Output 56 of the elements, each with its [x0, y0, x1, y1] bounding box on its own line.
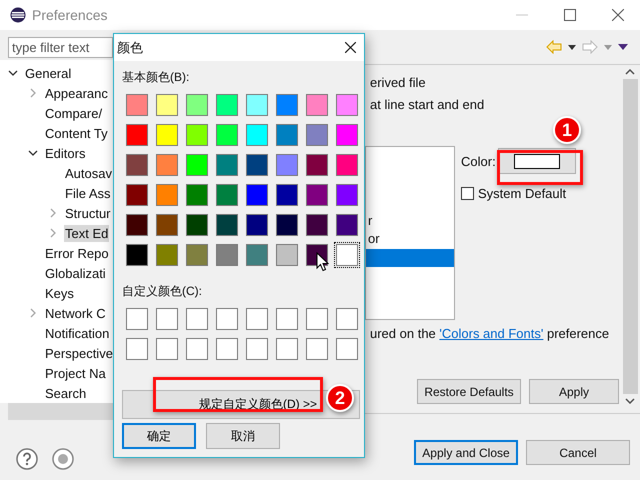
list-item[interactable]: or [366, 231, 454, 249]
help-icon[interactable] [16, 448, 38, 470]
tree-item[interactable]: Compare/ [44, 104, 104, 122]
record-icon[interactable] [52, 448, 74, 470]
step-badge: 1 [553, 116, 581, 144]
horizontal-scrollbar[interactable] [8, 403, 113, 420]
checkbox[interactable] [461, 187, 474, 200]
close-icon[interactable] [612, 9, 624, 21]
restore-defaults-button[interactable]: Restore Defaults [417, 379, 521, 404]
expand-chevron-icon[interactable] [28, 308, 38, 318]
tree-item[interactable]: Project Na [44, 364, 107, 382]
color-list[interactable]: r or [365, 146, 455, 320]
checkbox-label: System Default [478, 186, 566, 201]
tree-item[interactable]: Network C [44, 304, 107, 322]
maximize-icon[interactable] [564, 9, 576, 21]
cancel-button[interactable]: 取消 [206, 423, 280, 449]
dialog-title: 颜色 [117, 38, 143, 56]
scroll-down-icon[interactable] [625, 398, 635, 404]
tree-item[interactable]: Keys [44, 284, 75, 302]
ok-button[interactable]: 确定 [122, 423, 196, 449]
option-text: at line start and end [370, 97, 486, 112]
tree-item[interactable]: Notification [44, 324, 110, 342]
expand-chevron-icon[interactable] [28, 88, 38, 98]
note-text: ured on the 'Colors and Fonts' preference [370, 326, 610, 341]
tree-item[interactable]: Editors [44, 144, 86, 162]
tree-item[interactable]: File Ass [64, 184, 112, 202]
custom-colors-label: 自定义颜色(C): [122, 283, 203, 300]
option-text: erived file [370, 75, 427, 90]
apply-button[interactable]: Apply [529, 379, 619, 404]
view-menu-icon[interactable] [618, 44, 628, 50]
tree-item[interactable]: Text Ed [64, 224, 110, 242]
list-item[interactable]: r [366, 213, 454, 231]
expand-chevron-icon[interactable] [48, 208, 58, 218]
eclipse-icon [10, 7, 26, 23]
filter-field[interactable]: type filter text [8, 37, 113, 58]
tree-item[interactable]: Globalizati [44, 264, 107, 282]
collapse-chevron-icon[interactable] [28, 148, 38, 158]
tree-item[interactable]: Perspective [44, 344, 114, 362]
collapse-chevron-icon[interactable] [8, 68, 18, 78]
cancel-button[interactable]: Cancel [526, 440, 630, 465]
tree-item[interactable]: Appearanc [44, 84, 109, 102]
dropdown-caret-icon[interactable] [568, 44, 576, 50]
basic-colors-label: 基本颜色(B): [122, 69, 190, 86]
close-icon[interactable] [345, 42, 356, 53]
colors-and-fonts-link[interactable]: 'Colors and Fonts' [439, 326, 544, 341]
scroll-up-icon[interactable] [625, 69, 635, 75]
tree-item[interactable]: Error Repo [44, 244, 110, 262]
tree-item[interactable]: Autosav [64, 164, 113, 182]
window-title: Preferences [32, 7, 108, 23]
tree-item[interactable]: Content Ty [44, 124, 109, 142]
apply-and-close-button[interactable]: Apply and Close [414, 440, 518, 465]
tree-item[interactable]: Search [44, 384, 88, 402]
tree-item[interactable]: Structur [64, 204, 112, 222]
tree-item[interactable]: General [24, 64, 72, 82]
color-label: Color: [461, 154, 496, 168]
expand-chevron-icon[interactable] [48, 228, 58, 238]
